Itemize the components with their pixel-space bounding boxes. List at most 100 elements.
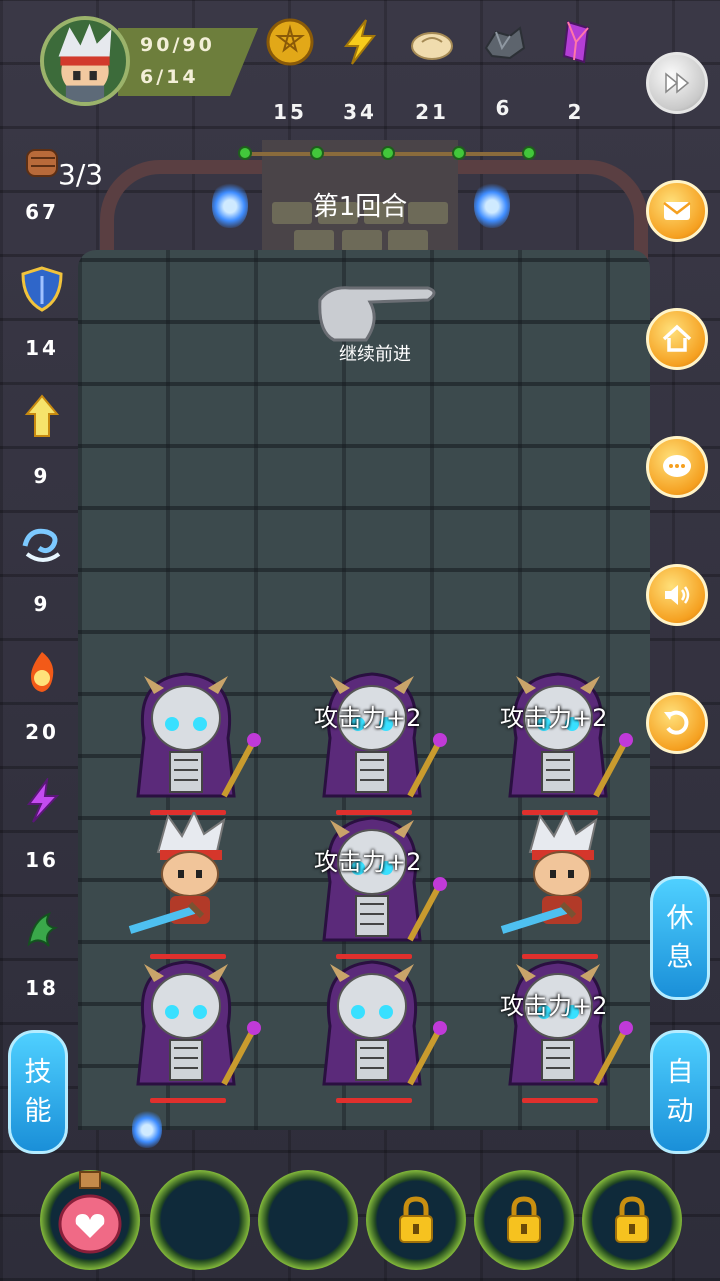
iron-ore-icon bbox=[484, 26, 526, 60]
green-claw-icon bbox=[27, 912, 59, 947]
progress-node-5 bbox=[522, 146, 536, 160]
sound-button[interactable] bbox=[646, 564, 708, 626]
progress-node-1 bbox=[238, 146, 252, 160]
progress-node-3 bbox=[381, 146, 395, 160]
fast-forward-icon bbox=[665, 72, 690, 94]
skill-button-label: 技能 bbox=[24, 1056, 52, 1127]
skeleton-mage-icon bbox=[310, 956, 450, 1096]
progress-node-2 bbox=[310, 146, 324, 160]
fireball-icon bbox=[31, 652, 54, 692]
lightning-value: 16 bbox=[25, 848, 59, 872]
item-slot-6[interactable] bbox=[582, 1170, 682, 1270]
fast-forward-button[interactable] bbox=[646, 52, 708, 114]
auto-button-label: 自动 bbox=[666, 1056, 694, 1127]
wind-swirl-icon bbox=[22, 528, 61, 562]
skeleton-mage-unit[interactable] bbox=[496, 956, 636, 1096]
skeleton-mage-unit[interactable] bbox=[310, 812, 450, 952]
auto-button[interactable]: 自动 bbox=[650, 1030, 710, 1154]
gold-coin-icon bbox=[266, 18, 314, 66]
skeleton-mage-unit[interactable] bbox=[124, 668, 264, 808]
resource-ore: 6 bbox=[474, 18, 534, 120]
holy-stat: 9 bbox=[10, 394, 74, 488]
player-hp: 90/90 bbox=[140, 34, 215, 56]
resource-energy: 34 bbox=[330, 18, 390, 124]
round-label: 第1回合 bbox=[312, 192, 408, 222]
skeleton-mage-icon bbox=[124, 668, 264, 808]
resource-bread: 21 bbox=[402, 18, 462, 124]
blue-flame-lantern-left bbox=[212, 180, 248, 228]
hero-swordsman-icon bbox=[496, 812, 636, 952]
hero-unit[interactable] bbox=[124, 812, 264, 952]
item-slot-5[interactable] bbox=[474, 1170, 574, 1270]
hero-swordsman-icon bbox=[124, 812, 264, 952]
holy-arrow-icon bbox=[24, 394, 60, 437]
rest-button-label: 休息 bbox=[666, 902, 694, 973]
skeleton-mage-unit[interactable] bbox=[496, 668, 636, 808]
stage-progress-bar bbox=[238, 146, 536, 160]
resource-gold: 15 bbox=[260, 18, 320, 124]
lightning-bolt-purple-icon bbox=[27, 776, 60, 823]
item-slot-3[interactable] bbox=[258, 1170, 358, 1270]
undo-icon bbox=[664, 710, 689, 735]
attack-buff-label: 攻击力+2 bbox=[314, 704, 422, 732]
poison-stat: 18 bbox=[10, 906, 74, 1000]
wind-value: 9 bbox=[33, 592, 51, 616]
chat-button[interactable] bbox=[646, 436, 708, 498]
mail-icon bbox=[663, 202, 691, 220]
gold-count: 15 bbox=[273, 100, 307, 124]
crystal-count: 2 bbox=[567, 100, 585, 124]
continue-hint-label: 继续前进 bbox=[339, 344, 411, 365]
item-slot-1[interactable] bbox=[40, 1170, 140, 1270]
attack-charges: 3/3 bbox=[58, 158, 104, 191]
sound-icon bbox=[665, 585, 690, 605]
poison-value: 18 bbox=[25, 976, 59, 1000]
skeleton-mage-icon bbox=[496, 956, 636, 1096]
lightning-stat: 16 bbox=[10, 776, 74, 872]
unit-hp-bar bbox=[522, 1098, 598, 1103]
energy-count: 34 bbox=[343, 100, 377, 124]
unit-hp-bar bbox=[150, 1098, 226, 1103]
item-slot-2[interactable] bbox=[150, 1170, 250, 1270]
lightning-icon bbox=[343, 19, 377, 65]
lock-icon bbox=[615, 1196, 649, 1243]
health-potion-icon bbox=[58, 1171, 122, 1254]
skeleton-mage-icon bbox=[496, 668, 636, 808]
defense-value: 14 bbox=[25, 336, 59, 360]
crystal-icon bbox=[562, 20, 590, 64]
hero-portrait-icon bbox=[58, 23, 112, 102]
defense-stat: 14 bbox=[10, 266, 74, 360]
home-button[interactable] bbox=[646, 308, 708, 370]
attack-buff-label: 攻击力+2 bbox=[314, 848, 422, 876]
skeleton-mage-icon bbox=[310, 812, 450, 952]
resource-crystal: 2 bbox=[546, 18, 606, 124]
fire-stat: 20 bbox=[10, 650, 74, 744]
blue-flame-lantern-right bbox=[474, 180, 510, 228]
attack-value: 67 bbox=[25, 200, 59, 224]
item-slot-4[interactable] bbox=[366, 1170, 466, 1270]
hero-unit[interactable] bbox=[496, 812, 636, 952]
ore-count: 6 bbox=[495, 96, 513, 120]
rest-button[interactable]: 休息 bbox=[650, 876, 710, 1000]
wind-stat: 9 bbox=[10, 522, 74, 616]
mail-button[interactable] bbox=[646, 180, 708, 242]
skeleton-mage-unit[interactable] bbox=[310, 668, 450, 808]
skeleton-mage-icon bbox=[124, 956, 264, 1096]
fire-value: 20 bbox=[25, 720, 59, 744]
lock-icon bbox=[507, 1196, 541, 1243]
skill-button[interactable]: 技能 bbox=[8, 1030, 68, 1154]
lock-icon bbox=[399, 1196, 433, 1243]
holy-value: 9 bbox=[33, 464, 51, 488]
chat-icon bbox=[663, 455, 691, 477]
undo-button[interactable] bbox=[646, 692, 708, 754]
skeleton-mage-icon bbox=[310, 668, 450, 808]
player-energy: 6/14 bbox=[140, 66, 199, 88]
attack-buff-label: 攻击力+2 bbox=[500, 704, 608, 732]
continue-hint[interactable]: 继续前进 bbox=[300, 280, 440, 370]
bread-count: 21 bbox=[415, 100, 449, 124]
unit-hp-bar bbox=[336, 1098, 412, 1103]
blue-flame-lantern-bottom bbox=[132, 1108, 162, 1148]
skeleton-mage-unit[interactable] bbox=[124, 956, 264, 1096]
player-avatar[interactable] bbox=[40, 16, 130, 106]
skeleton-mage-unit[interactable] bbox=[310, 956, 450, 1096]
home-icon bbox=[662, 324, 692, 352]
